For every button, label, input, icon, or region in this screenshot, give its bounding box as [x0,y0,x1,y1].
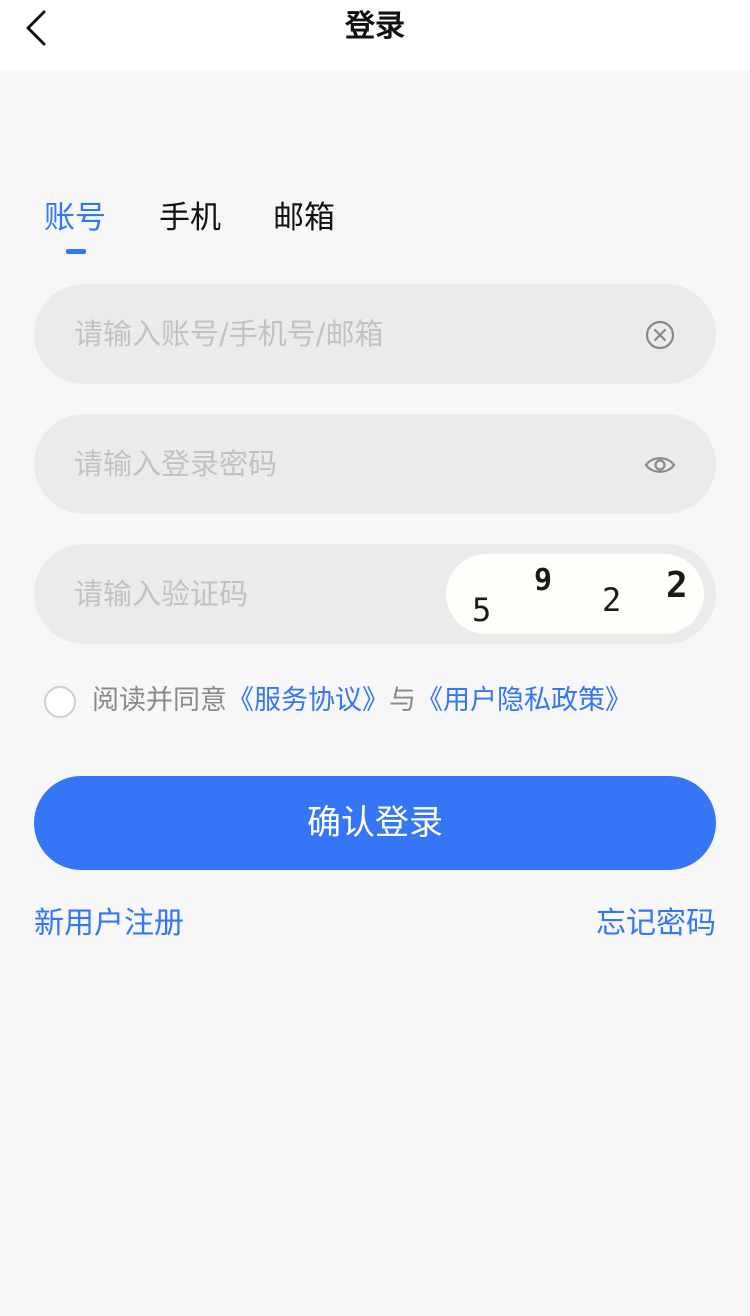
register-link[interactable]: 新用户注册 [34,904,184,944]
eye-icon [644,457,676,473]
page-title: 登录 [345,9,405,44]
agreement-connector: 与 [389,685,416,716]
tab-phone[interactable]: 手机 [159,195,221,241]
captcha-image[interactable]: 5 9 2 2 [446,554,704,634]
agreement-checkbox[interactable] [44,686,76,718]
privacy-policy-link[interactable]: 《用户隐私政策》 [416,685,632,716]
captcha-digit: 2 [666,565,688,606]
agreement-row: 阅读并同意《服务协议》与《用户隐私政策》 [44,682,724,722]
account-field [34,284,716,384]
confirm-login-button[interactable]: 确认登录 [34,776,716,870]
captcha-digit: 2 [602,581,622,619]
nav-bar: 登录 [0,0,750,70]
agreement-prefix: 阅读并同意 [92,685,227,716]
password-input[interactable] [74,414,594,514]
active-tab-indicator [66,249,86,254]
agreement-text: 阅读并同意《服务协议》与《用户隐私政策》 [92,682,632,720]
captcha-field: 5 9 2 2 [34,544,716,644]
password-field [34,414,716,514]
captcha-input[interactable] [74,544,434,644]
terms-of-service-link[interactable]: 《服务协议》 [227,685,389,716]
clear-icon [645,320,675,350]
clear-button[interactable] [644,319,676,351]
tab-account[interactable]: 账号 [44,195,106,241]
tab-email[interactable]: 邮箱 [273,195,335,241]
account-input[interactable] [74,284,594,384]
toggle-password-visibility-button[interactable] [644,449,676,481]
captcha-digit: 9 [534,563,553,598]
forgot-password-link[interactable]: 忘记密码 [596,904,716,944]
captcha-digit: 5 [472,591,492,629]
